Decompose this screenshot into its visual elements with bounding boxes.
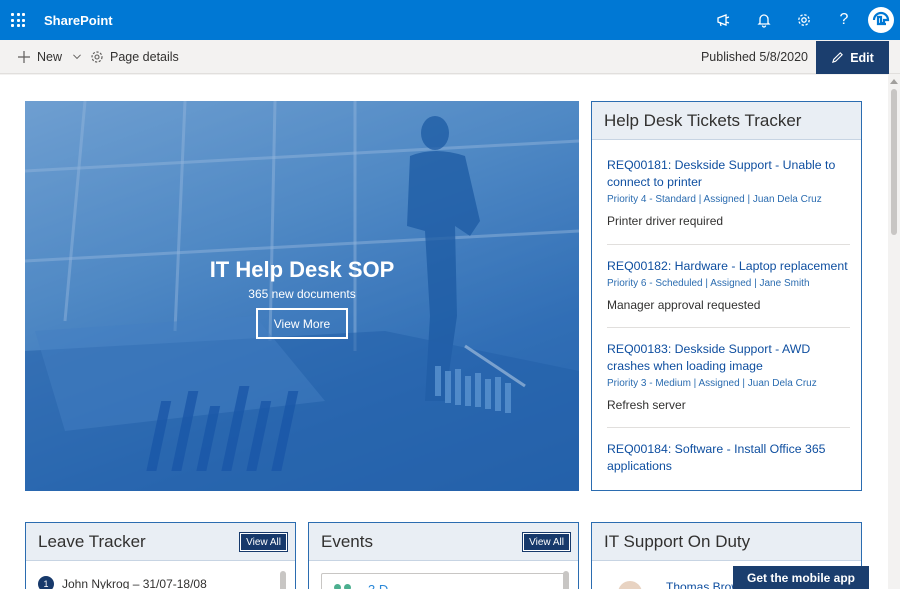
- support-person-avatar: [618, 581, 642, 589]
- ticket-note: Manager approval requested: [607, 298, 761, 312]
- avatar[interactable]: [868, 7, 894, 33]
- tickets-tracker-panel: Help Desk Tickets Tracker REQ00181: Desk…: [591, 101, 862, 491]
- ticket-note: Printer driver required: [607, 214, 724, 228]
- page-scrollbar[interactable]: [888, 75, 900, 589]
- waffle-icon[interactable]: [0, 0, 36, 40]
- ticket-title[interactable]: REQ00182: Hardware - Laptop replacement: [607, 258, 850, 275]
- event-card[interactable]: 3 D: [321, 573, 569, 589]
- leave-scrollbar[interactable]: [280, 571, 286, 589]
- tickets-tracker-title: Help Desk Tickets Tracker: [592, 102, 861, 140]
- edit-label: Edit: [850, 50, 874, 65]
- ticket-title[interactable]: REQ00183: Deskside Support - AWD crashes…: [607, 341, 850, 375]
- new-button[interactable]: New: [17, 40, 82, 74]
- ticket-title[interactable]: REQ00184: Software - Install Office 365 …: [607, 441, 850, 475]
- event-dots-icon: [334, 584, 351, 589]
- events-panel: Events View All 3 D: [308, 522, 579, 589]
- hero-title: IT Help Desk SOP: [209, 257, 395, 282]
- events-scrollbar[interactable]: [563, 571, 569, 589]
- pencil-icon: [832, 52, 844, 64]
- view-more-button[interactable]: View More: [256, 308, 348, 339]
- row-number-badge: 1: [38, 576, 54, 589]
- ticket-item[interactable]: REQ00184: Software - Install Office 365 …: [607, 441, 850, 490]
- published-status: Published 5/8/2020: [700, 50, 808, 64]
- it-support-title: IT Support On Duty: [592, 523, 861, 561]
- hero-banner[interactable]: IT Help Desk SOP 365 new documents View …: [25, 101, 579, 491]
- plus-icon: [18, 51, 30, 63]
- support-person-name[interactable]: Thomas Brow: [666, 580, 740, 589]
- ticket-item[interactable]: REQ00183: Deskside Support - AWD crashes…: [607, 341, 850, 428]
- scroll-up-arrow[interactable]: [890, 79, 898, 84]
- hero-subtitle: 365 new documents: [248, 287, 356, 301]
- gear-icon: [91, 51, 103, 63]
- help-glyph: ?: [839, 11, 849, 28]
- ticket-meta: Priority 4 - Standard | Assigned | Juan …: [607, 194, 822, 205]
- ticket-item[interactable]: REQ00182: Hardware - Laptop replacement …: [607, 258, 850, 328]
- ticket-meta: Priority 3 - Medium | Assigned | Juan De…: [607, 378, 817, 389]
- new-label: New: [37, 50, 63, 64]
- leave-tracker-panel: Leave Tracker View All 1 John Nykrog – 3…: [25, 522, 296, 589]
- page-details-label: Page details: [110, 50, 179, 64]
- gear-icon[interactable]: [784, 0, 824, 40]
- bell-icon[interactable]: [744, 0, 784, 40]
- ticket-item[interactable]: REQ00181: Deskside Support - Unable to c…: [607, 157, 850, 245]
- ticket-meta: Priority 6 - Scheduled | Assigned | Jane…: [607, 278, 810, 289]
- suite-bar: SharePoint ?: [0, 0, 900, 40]
- get-mobile-app-button[interactable]: Get the mobile app: [733, 566, 869, 589]
- list-item[interactable]: 1 John Nykrog – 31/07-18/08: [38, 576, 207, 589]
- event-title[interactable]: 3 D: [368, 582, 388, 589]
- ticket-note: Refresh server: [607, 398, 686, 412]
- help-icon[interactable]: ?: [824, 0, 864, 40]
- megaphone-icon[interactable]: [704, 0, 744, 40]
- leave-entry: John Nykrog – 31/07-18/08: [62, 577, 207, 589]
- chevron-down-icon: [73, 54, 81, 60]
- page-details-button[interactable]: Page details: [90, 40, 179, 74]
- edit-button[interactable]: Edit: [816, 41, 889, 74]
- app-name[interactable]: SharePoint: [44, 13, 113, 28]
- events-view-all-button[interactable]: View All: [522, 532, 571, 552]
- command-bar: New Page details Published 5/8/2020: [0, 40, 900, 74]
- scroll-thumb[interactable]: [891, 89, 897, 235]
- leave-view-all-button[interactable]: View All: [239, 532, 288, 552]
- ticket-title[interactable]: REQ00181: Deskside Support - Unable to c…: [607, 157, 850, 191]
